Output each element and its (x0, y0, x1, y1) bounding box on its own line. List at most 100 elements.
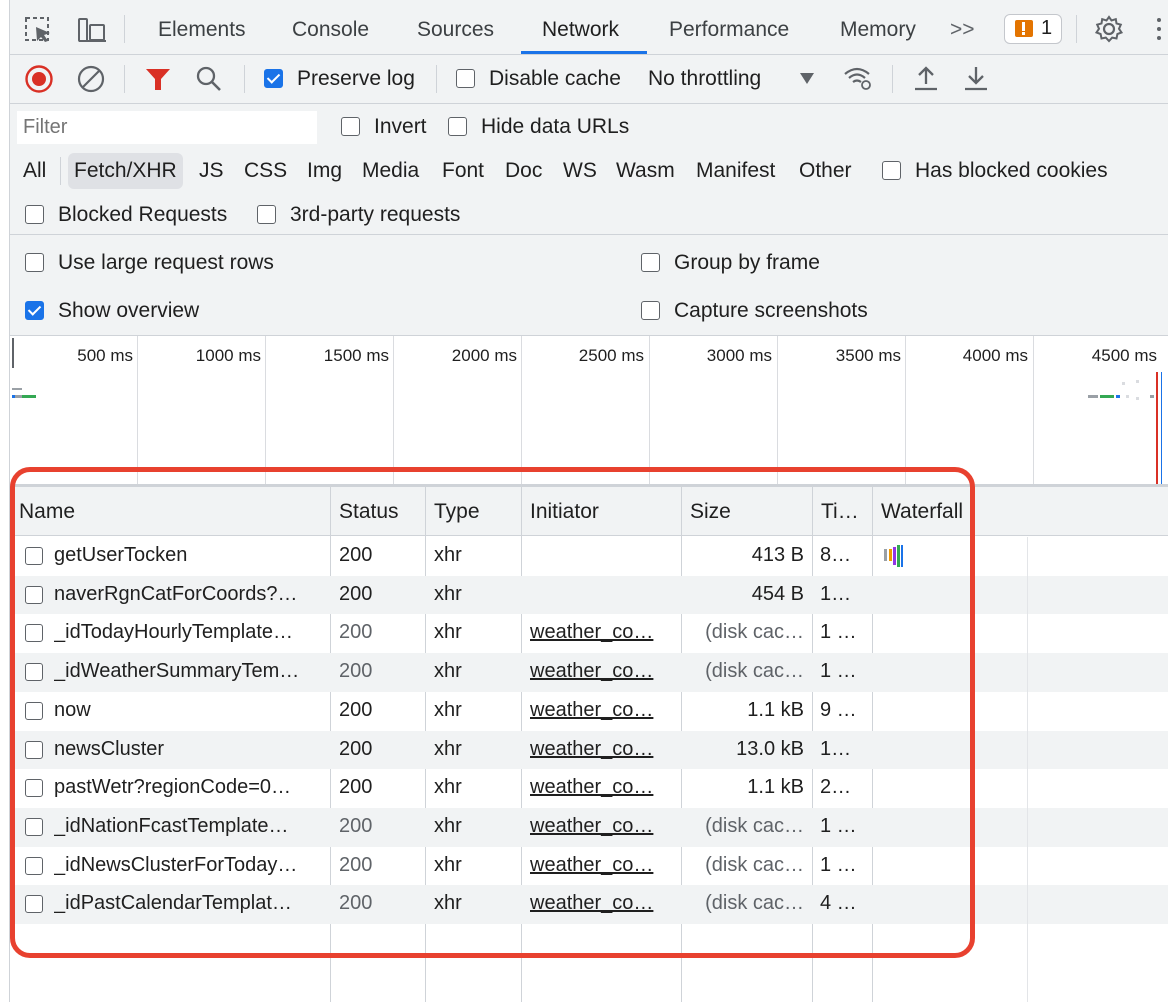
overview-tick-label: 1500 ms (323, 346, 389, 365)
tab-sources[interactable]: Sources (417, 0, 494, 54)
issues-badge[interactable]: 1 (1004, 14, 1062, 44)
invert-checkbox[interactable] (341, 117, 360, 136)
large-rows-checkbox[interactable] (25, 253, 44, 272)
settings-gear-icon[interactable] (1094, 14, 1124, 44)
disable-cache-label: Disable cache (489, 67, 621, 90)
filter-type-wasm[interactable]: Wasm (616, 159, 675, 183)
overview-request-bar (1136, 380, 1139, 383)
filter-type-css[interactable]: CSS (244, 159, 287, 183)
has-blocked-cookies-checkbox[interactable] (882, 161, 901, 180)
toolbar-separator (60, 157, 61, 185)
has-blocked-cookies-label: Has blocked cookies (915, 159, 1108, 182)
overview-request-bar (1136, 397, 1139, 400)
show-overview-label: Show overview (58, 299, 200, 322)
overview-gridline (137, 336, 138, 484)
export-har-download-icon[interactable] (962, 64, 990, 92)
group-by-frame-checkbox[interactable] (641, 253, 660, 272)
overview-tick-label: 4500 ms (1091, 346, 1157, 365)
filter-type-all[interactable]: All (23, 159, 46, 183)
overview-gridline (521, 336, 522, 484)
tab-memory[interactable]: Memory (840, 0, 916, 54)
overview-request-bar (22, 395, 36, 398)
overview-request-bar (14, 395, 22, 398)
waterfall-gridline (1027, 537, 1028, 1002)
capture-screenshots-label: Capture screenshots (674, 299, 868, 322)
filter-type-img[interactable]: Img (307, 159, 342, 183)
toolbar-separator (124, 65, 125, 93)
overview-tick-label: 500 ms (77, 346, 133, 365)
filter-type-media[interactable]: Media (362, 159, 419, 183)
filter-funnel-icon[interactable] (144, 66, 172, 92)
capture-screenshots-checkbox[interactable] (641, 301, 660, 320)
filter-type-fetch-xhr[interactable]: Fetch/XHR (68, 153, 183, 189)
invert-label: Invert (374, 115, 427, 138)
overview-tick-label: 1000 ms (195, 346, 261, 365)
kebab-menu-icon[interactable] (1156, 16, 1162, 42)
chevron-down-icon[interactable] (800, 73, 814, 84)
blocked-requests-checkbox[interactable] (25, 205, 44, 224)
group-by-frame-label: Group by frame (674, 251, 820, 274)
overview-request-bar (1122, 382, 1125, 385)
clear-log-icon[interactable] (76, 64, 106, 94)
preserve-log-label: Preserve log (297, 67, 415, 90)
third-party-requests-checkbox[interactable] (257, 205, 276, 224)
hide-data-urls-checkbox[interactable] (448, 117, 467, 136)
overview-request-bar (1150, 395, 1154, 398)
disable-cache-checkbox[interactable] (456, 69, 475, 88)
overview-tick-label: 3500 ms (835, 346, 901, 365)
active-tab-indicator (521, 51, 647, 54)
overview-start-handle[interactable] (12, 338, 14, 368)
device-toolbar-icon[interactable] (76, 16, 108, 44)
overview-gridline (393, 336, 394, 484)
overview-request-bar (12, 395, 15, 398)
throttling-select[interactable]: No throttling (648, 67, 761, 91)
filter-type-other[interactable]: Other (799, 159, 852, 183)
third-party-requests-label: 3rd-party requests (290, 203, 461, 226)
overview-gridline (265, 336, 266, 484)
issue-warning-icon (1015, 20, 1033, 37)
issues-count: 1 (1041, 17, 1053, 39)
overview-gridline (905, 336, 906, 484)
overview-tick-label: 4000 ms (962, 346, 1028, 365)
highlight-annotation-box (10, 467, 975, 958)
overview-gridline (777, 336, 778, 484)
toolbar-separator (124, 15, 125, 43)
toolbar-separator (1076, 15, 1077, 43)
record-stop-icon[interactable] (24, 64, 54, 94)
filter-text-field[interactable] (17, 111, 317, 144)
overview-gridline (649, 336, 650, 484)
overview-dcl-event-line (1161, 372, 1162, 484)
filter-type-ws[interactable]: WS (563, 159, 597, 183)
filter-type-font[interactable]: Font (442, 159, 484, 183)
hide-data-urls-label: Hide data URLs (481, 115, 630, 138)
toolbar-separator (892, 65, 893, 93)
show-overview-checkbox[interactable] (25, 301, 44, 320)
overview-request-bar (1116, 395, 1120, 398)
tab-network[interactable]: Network (542, 0, 619, 54)
filter-type-doc[interactable]: Doc (505, 159, 542, 183)
more-tabs-chevron-icon[interactable]: >> (950, 0, 975, 54)
import-har-upload-icon[interactable] (912, 64, 940, 92)
large-rows-label: Use large request rows (58, 251, 274, 274)
toolbar-separator (436, 65, 437, 93)
blocked-requests-label: Blocked Requests (58, 203, 228, 226)
overview-request-bar (1100, 395, 1114, 398)
network-conditions-wifi-icon[interactable] (842, 64, 874, 92)
overview-gridline (1033, 336, 1034, 484)
overview-tick-label: 3000 ms (706, 346, 772, 365)
filter-input[interactable] (17, 111, 317, 144)
overview-request-bar (1088, 395, 1098, 398)
tab-elements[interactable]: Elements (158, 0, 246, 54)
search-icon[interactable] (195, 65, 223, 93)
filter-type-manifest[interactable]: Manifest (696, 159, 775, 183)
filter-type-js[interactable]: JS (199, 159, 224, 183)
tab-console[interactable]: Console (292, 0, 369, 54)
overview-request-bar (1126, 395, 1129, 398)
overview-load-event-line (1156, 372, 1158, 484)
toolbar-separator (244, 65, 245, 93)
preserve-log-checkbox[interactable] (264, 69, 283, 88)
overview-tick-label: 2500 ms (578, 346, 644, 365)
inspect-element-icon[interactable] (24, 16, 54, 44)
tab-performance[interactable]: Performance (669, 0, 789, 54)
overview-request-bar (12, 388, 22, 390)
